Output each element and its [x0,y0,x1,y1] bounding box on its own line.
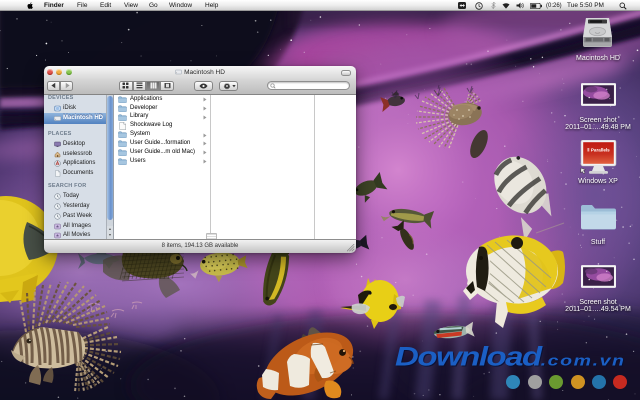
svg-text:‖ Parallels: ‖ Parallels [587,148,610,153]
